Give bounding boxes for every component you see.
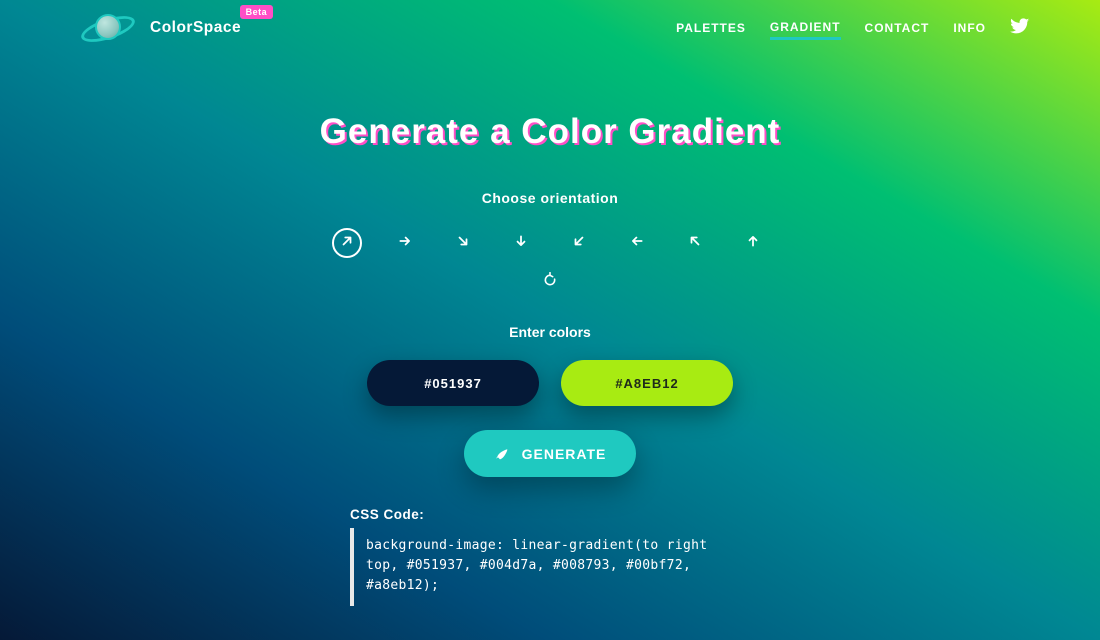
color-swatch-1[interactable]: #051937 bbox=[367, 360, 539, 406]
orientation-right[interactable] bbox=[390, 228, 420, 258]
generate-button-label: GENERATE bbox=[522, 446, 607, 462]
brand-area[interactable]: ColorSpaceBeta bbox=[80, 9, 241, 47]
arrow-left-icon bbox=[630, 234, 644, 253]
orientation-left[interactable] bbox=[622, 228, 652, 258]
arrow-down-left-icon bbox=[572, 234, 586, 253]
brand-name: ColorSpaceBeta bbox=[150, 19, 241, 37]
main-content: Generate a Color Gradient Choose orienta… bbox=[0, 0, 1100, 606]
nav-palettes[interactable]: PALETTES bbox=[676, 18, 746, 38]
orientation-reset[interactable] bbox=[538, 272, 562, 296]
top-nav: ColorSpaceBeta PALETTES GRADIENT CONTACT… bbox=[0, 0, 1100, 56]
arrow-right-icon bbox=[398, 234, 412, 253]
arrow-up-icon bbox=[746, 234, 760, 253]
page-headline: Generate a Color Gradient bbox=[320, 112, 781, 152]
nav-contact[interactable]: CONTACT bbox=[865, 18, 930, 38]
beta-badge: Beta bbox=[240, 5, 274, 19]
arrow-up-left-icon bbox=[688, 234, 702, 253]
twitter-icon[interactable] bbox=[1010, 16, 1030, 41]
planet-logo-icon bbox=[80, 9, 136, 47]
generate-button[interactable]: GENERATE bbox=[464, 430, 637, 477]
css-output-label: CSS Code: bbox=[350, 507, 750, 522]
enter-colors-label: Enter colors bbox=[0, 324, 1100, 340]
nav-gradient[interactable]: GRADIENT bbox=[770, 17, 841, 40]
arrow-down-right-icon bbox=[456, 234, 470, 253]
orientation-right-bottom[interactable] bbox=[448, 228, 478, 258]
color-swatch-1-value: #051937 bbox=[424, 376, 482, 391]
orientation-right-top[interactable] bbox=[332, 228, 362, 258]
orientation-label: Choose orientation bbox=[0, 190, 1100, 206]
orientation-top[interactable] bbox=[738, 228, 768, 258]
orientation-bottom[interactable] bbox=[506, 228, 536, 258]
rotate-icon bbox=[542, 275, 558, 292]
orientation-row bbox=[0, 228, 1100, 258]
color-swatch-2-value: #A8EB12 bbox=[615, 376, 678, 391]
orientation-left-top[interactable] bbox=[680, 228, 710, 258]
color-swatch-row: #051937 #A8EB12 bbox=[0, 360, 1100, 406]
rocket-icon bbox=[494, 444, 510, 463]
css-output-area: CSS Code: background-image: linear-gradi… bbox=[350, 507, 750, 606]
arrow-down-icon bbox=[514, 234, 528, 253]
orientation-left-bottom[interactable] bbox=[564, 228, 594, 258]
color-swatch-2[interactable]: #A8EB12 bbox=[561, 360, 733, 406]
arrow-up-right-icon bbox=[340, 234, 354, 253]
nav-info[interactable]: INFO bbox=[953, 18, 986, 38]
nav-links: PALETTES GRADIENT CONTACT INFO bbox=[676, 16, 1030, 41]
css-output-code[interactable]: background-image: linear-gradient(to rig… bbox=[350, 528, 750, 606]
